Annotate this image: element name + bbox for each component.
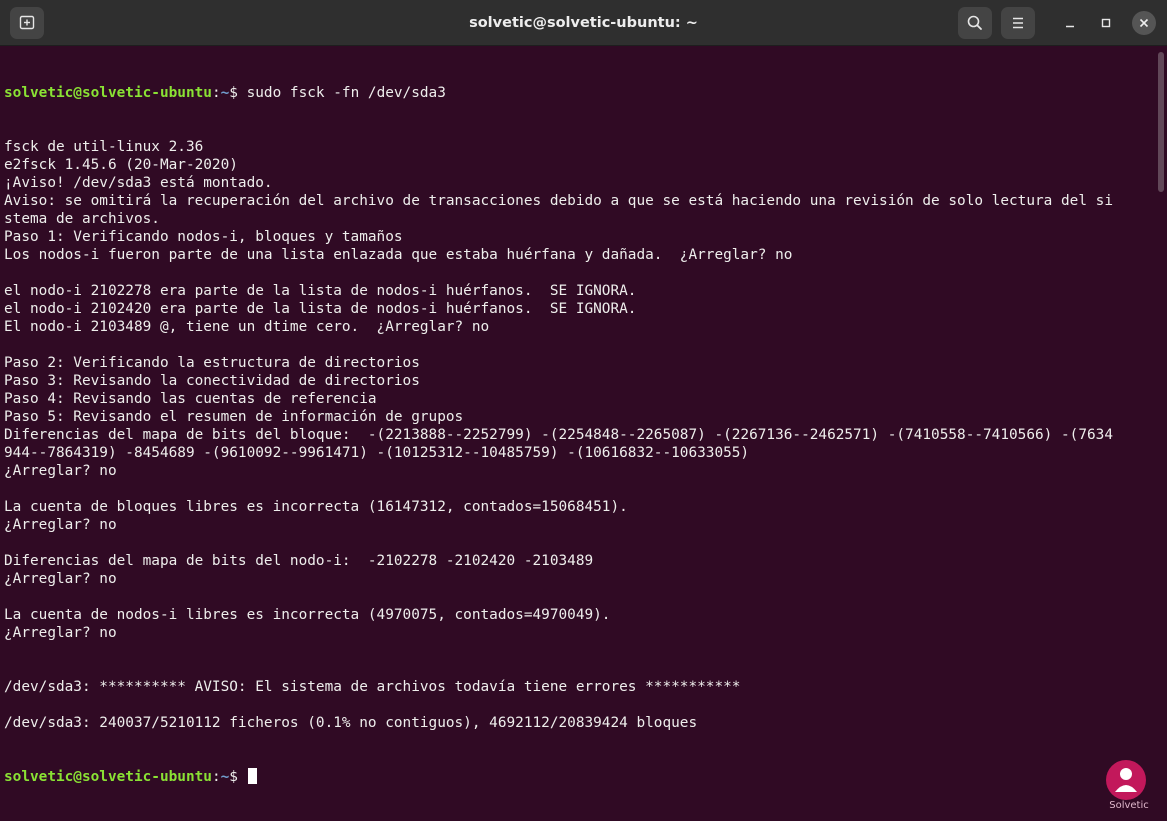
hamburger-menu-icon: [1013, 17, 1023, 29]
menu-button[interactable]: [1001, 7, 1035, 39]
output-line: e2fsck 1.45.6 (20-Mar-2020): [4, 157, 238, 173]
minimize-button[interactable]: [1058, 11, 1082, 35]
output-line: Paso 5: Revisando el resumen de informac…: [4, 409, 464, 425]
prompt-user: solvetic@solvetic-ubuntu: [4, 769, 212, 785]
text-cursor: [247, 768, 257, 784]
prompt-symbol: $: [229, 769, 247, 785]
scrollbar[interactable]: [1158, 50, 1164, 816]
terminal-output-area[interactable]: solvetic@solvetic-ubuntu:~$ sudo fsck -f…: [4, 48, 1154, 818]
command-line: solvetic@solvetic-ubuntu:~$ sudo fsck -f…: [4, 84, 1154, 102]
watermark-text: Solvetic: [1109, 800, 1149, 811]
output-line: fsck de util-linux 2.36: [4, 139, 204, 155]
terminal-window: solvetic@solvetic-ubuntu: ~ solvetic@sol…: [0, 0, 1167, 821]
prompt-separator: :: [211, 85, 221, 101]
output-line: Diferencias del mapa de bits del nodo-i:…: [4, 553, 594, 569]
output-line: La cuenta de bloques libres es incorrect…: [4, 499, 628, 515]
output-line: /dev/sda3: ********** AVISO: El sistema …: [4, 679, 741, 695]
search-icon: [967, 15, 982, 30]
output-line: Diferencias del mapa de bits del bloque:…: [4, 427, 1113, 443]
output-line: el nodo-i 2102278 era parte de la lista …: [4, 283, 637, 299]
output-line: ¿Arreglar? no: [4, 517, 117, 533]
output-line: ¡Aviso! /dev/sda3 está montado.: [4, 175, 273, 191]
output-line: stema de archivos.: [4, 211, 160, 227]
close-icon: [1139, 18, 1149, 28]
solvetic-logo-icon: [1106, 760, 1146, 800]
output-line: Paso 4: Revisando las cuentas de referen…: [4, 391, 377, 407]
output-line: El nodo-i 2103489 @, tiene un dtime cero…: [4, 319, 490, 335]
watermark-logo: Solvetic: [1098, 760, 1160, 818]
title-bar[interactable]: solvetic@solvetic-ubuntu: ~: [0, 0, 1167, 46]
output-line: Aviso: se omitirá la recuperación del ar…: [4, 193, 1113, 209]
output-line: Paso 2: Verificando la estructura de dir…: [4, 355, 420, 371]
output-line: 944--7864319) -8454689 -(9610092--996147…: [4, 445, 750, 461]
output-line: Los nodos-i fueron parte de una lista en…: [4, 247, 793, 263]
output-line: La cuenta de nodos-i libres es incorrect…: [4, 607, 611, 623]
prompt-user: solvetic@solvetic-ubuntu: [4, 85, 212, 101]
output-line: el nodo-i 2102420 era parte de la lista …: [4, 301, 637, 317]
maximize-button[interactable]: [1094, 11, 1118, 35]
search-button[interactable]: [958, 7, 992, 39]
command-text: sudo fsck -fn /dev/sda3: [246, 85, 446, 101]
output-line: ¿Arreglar? no: [4, 463, 117, 479]
prompt-symbol: $: [229, 85, 247, 101]
prompt-separator: :: [211, 769, 221, 785]
scrollbar-thumb[interactable]: [1158, 52, 1164, 192]
prompt-path: ~: [220, 85, 230, 101]
maximize-icon: [1101, 18, 1111, 28]
output-line: ¿Arreglar? no: [4, 625, 117, 641]
output-line: /dev/sda3: 240037/5210112 ficheros (0.1%…: [4, 715, 698, 731]
output-line: Paso 3: Revisando la conectividad de dir…: [4, 373, 420, 389]
current-prompt-line[interactable]: solvetic@solvetic-ubuntu:~$: [4, 768, 1154, 786]
output-line: Paso 1: Verificando nodos-i, bloques y t…: [4, 229, 403, 245]
command-output: fsck de util-linux 2.36 e2fsck 1.45.6 (20…: [4, 138, 1154, 732]
output-line: ¿Arreglar? no: [4, 571, 117, 587]
close-button[interactable]: [1132, 11, 1156, 35]
prompt-path: ~: [220, 769, 230, 785]
minimize-icon: [1066, 25, 1074, 28]
